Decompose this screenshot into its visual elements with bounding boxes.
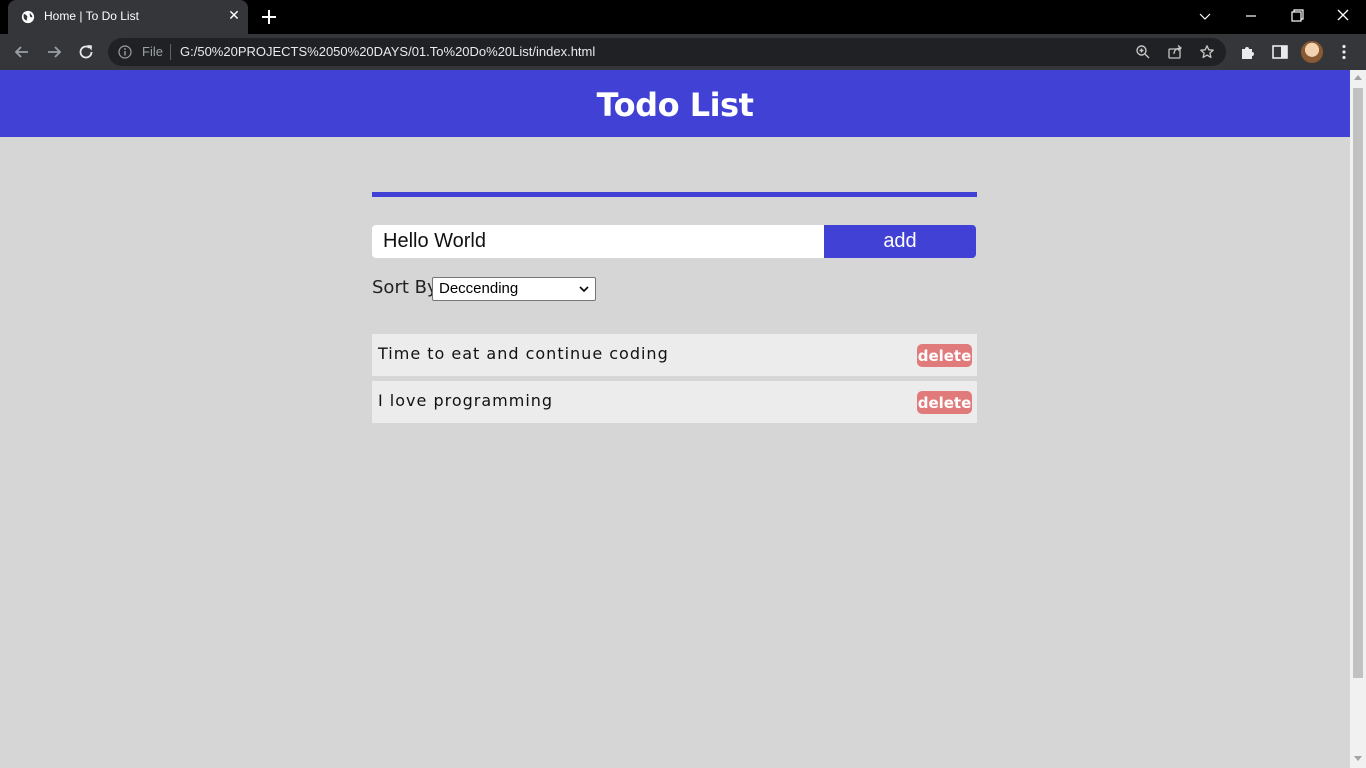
sort-select[interactable]: Deccending — [432, 277, 596, 301]
page-viewport: Todo List add Sort By Deccending Time to… — [0, 70, 1350, 768]
scrollbar-thumb[interactable] — [1353, 88, 1363, 678]
forward-arrow-icon[interactable] — [44, 42, 64, 62]
share-icon[interactable] — [1167, 44, 1183, 60]
kebab-menu-icon[interactable] — [1335, 43, 1353, 61]
browser-tab-bar: Home | To Do List ✕ — [0, 0, 1366, 34]
url-text[interactable]: G:/50%20PROJECTS%2050%20DAYS/01.To%20Do%… — [180, 44, 595, 59]
chevron-down-icon — [579, 286, 589, 293]
info-icon[interactable] — [118, 45, 132, 59]
todo-input[interactable] — [372, 225, 824, 258]
sort-selected-value: Deccending — [439, 280, 519, 297]
close-window-icon[interactable] — [1331, 6, 1355, 26]
omnibox-divider — [170, 44, 171, 60]
todo-item: Time to eat and continue coding delete — [372, 334, 977, 376]
page-title: Todo List — [596, 86, 754, 124]
site-info-label: File — [142, 44, 163, 59]
avatar[interactable] — [1301, 41, 1323, 63]
page-header: Todo List — [0, 70, 1350, 137]
tab-title: Home | To Do List — [44, 9, 139, 23]
address-bar[interactable]: File G:/50%20PROJECTS%2050%20DAYS/01.To%… — [108, 38, 1226, 66]
accent-divider — [372, 192, 977, 197]
delete-button[interactable]: delete — [917, 391, 972, 414]
scroll-down-arrow-icon[interactable] — [1354, 756, 1362, 761]
scroll-up-arrow-icon[interactable] — [1354, 75, 1362, 80]
star-icon[interactable] — [1199, 44, 1215, 60]
minimize-icon[interactable] — [1239, 6, 1263, 26]
reload-icon[interactable] — [76, 42, 96, 62]
browser-toolbar: File G:/50%20PROJECTS%2050%20DAYS/01.To%… — [0, 34, 1366, 70]
side-panel-icon[interactable] — [1271, 43, 1289, 61]
vertical-scrollbar[interactable] — [1350, 70, 1366, 768]
plus-icon[interactable] — [259, 7, 279, 27]
browser-tab[interactable]: Home | To Do List ✕ — [8, 0, 248, 34]
zoom-icon[interactable] — [1135, 44, 1151, 60]
globe-icon — [21, 10, 35, 24]
restore-icon[interactable] — [1285, 6, 1309, 26]
puzzle-icon[interactable] — [1239, 43, 1257, 61]
todo-text: I love programming — [378, 391, 554, 410]
delete-button[interactable]: delete — [917, 344, 972, 367]
todo-text: Time to eat and continue coding — [378, 344, 669, 363]
chevron-down-icon[interactable] — [1193, 6, 1217, 26]
todo-item: I love programming delete — [372, 381, 977, 423]
sort-label: Sort By — [372, 277, 438, 298]
add-todo-form: add — [372, 225, 976, 258]
add-button[interactable]: add — [824, 225, 976, 258]
back-arrow-icon[interactable] — [12, 42, 32, 62]
close-icon[interactable]: ✕ — [226, 8, 242, 24]
